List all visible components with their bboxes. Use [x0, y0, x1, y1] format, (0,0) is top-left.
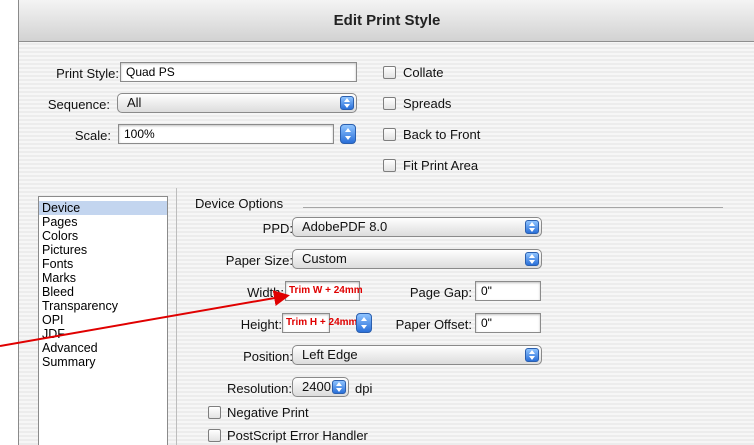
resolution-unit: dpi [355, 381, 373, 396]
ppd-label: PPD: [262, 221, 293, 236]
height-label: Height: [240, 317, 282, 332]
pane-divider [176, 188, 177, 445]
list-item-advanced[interactable]: Advanced [39, 341, 167, 355]
print-style-label: Print Style: [56, 66, 119, 81]
postscript-error-handler-label: PostScript Error Handler [227, 428, 368, 443]
collate-checkbox[interactable] [383, 66, 396, 79]
list-item-opi[interactable]: OPI [39, 313, 167, 327]
fit-print-area-label: Fit Print Area [403, 158, 479, 173]
list-item-jdf[interactable]: JDF [39, 327, 167, 341]
list-item-colors[interactable]: Colors [39, 229, 167, 243]
category-list: Device Pages Colors Pictures Fonts Marks… [38, 196, 168, 445]
resolution-value: 2400 [302, 379, 331, 394]
scale-input[interactable]: 100% [118, 124, 334, 144]
print-style-input[interactable]: Quad PS [120, 62, 357, 82]
position-label: Position: [243, 349, 293, 364]
list-item-transparency[interactable]: Transparency [39, 299, 167, 313]
negative-print-checkbox[interactable] [208, 406, 221, 419]
group-separator [303, 207, 723, 208]
sequence-popup[interactable]: All [117, 93, 357, 113]
resolution-label: Resolution: [226, 381, 292, 396]
ppd-popup[interactable]: AdobePDF 8.0 [292, 217, 542, 237]
device-options-heading: Device Options [195, 196, 284, 211]
paper-offset-input[interactable]: 0" [475, 313, 541, 333]
back-to-front-checkbox[interactable] [383, 128, 396, 141]
back-to-front-label: Back to Front [403, 127, 481, 142]
sequence-value: All [127, 95, 142, 110]
list-item-pages[interactable]: Pages [39, 215, 167, 229]
position-popup[interactable]: Left Edge [292, 345, 542, 365]
paper-size-value: Custom [302, 251, 347, 266]
list-item-pictures[interactable]: Pictures [39, 243, 167, 257]
spreads-label: Spreads [403, 96, 452, 111]
list-item-fonts[interactable]: Fonts [39, 257, 167, 271]
spreads-checkbox[interactable] [383, 97, 396, 110]
list-item-summary[interactable]: Summary [39, 355, 167, 369]
title-bar: Edit Print Style [19, 0, 754, 42]
popup-arrows-icon [525, 252, 539, 266]
collate-label: Collate [403, 65, 444, 80]
sequence-label: Sequence: [47, 97, 110, 112]
list-item-bleed[interactable]: Bleed [39, 285, 167, 299]
window-title: Edit Print Style [333, 12, 441, 29]
page-gap-label: Page Gap: [409, 285, 472, 300]
width-input[interactable]: Trim W + 24mm [285, 281, 363, 301]
paper-offset-label: Paper Offset: [395, 317, 472, 332]
height-stepper-icon[interactable] [356, 313, 372, 333]
width-label: Width: [247, 285, 284, 300]
postscript-error-handler-checkbox[interactable] [208, 429, 221, 442]
paper-size-popup[interactable]: Custom [292, 249, 542, 269]
edit-print-style-window: Edit Print Style Print Style: Quad PS Se… [18, 0, 754, 445]
popup-arrows-icon [340, 96, 354, 110]
negative-print-label: Negative Print [227, 405, 309, 420]
popup-arrows-icon [525, 220, 539, 234]
list-item-device[interactable]: Device [39, 201, 167, 215]
popup-arrows-icon [332, 380, 346, 394]
height-input[interactable]: Trim H + 24mm [282, 313, 357, 333]
scale-stepper-icon[interactable] [340, 124, 356, 144]
scale-label: Scale: [74, 128, 111, 143]
position-value: Left Edge [302, 347, 358, 362]
paper-size-label: Paper Size: [225, 253, 293, 268]
page-gap-input[interactable]: 0" [475, 281, 541, 301]
resolution-popup[interactable]: 2400 [292, 377, 349, 397]
popup-arrows-icon [525, 348, 539, 362]
fit-print-area-checkbox[interactable] [383, 159, 396, 172]
list-item-marks[interactable]: Marks [39, 271, 167, 285]
ppd-value: AdobePDF 8.0 [302, 219, 388, 234]
